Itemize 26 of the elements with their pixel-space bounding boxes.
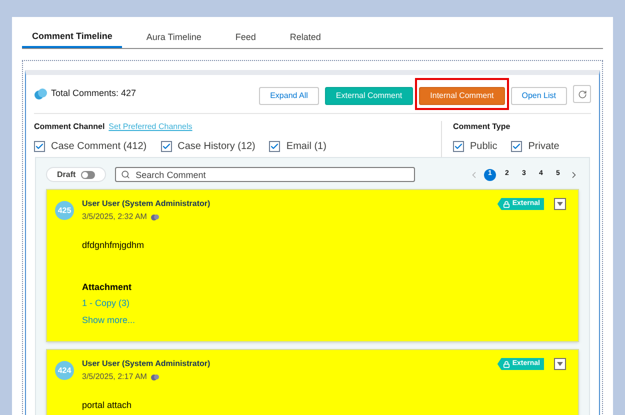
action-button[interactable]: Open List xyxy=(510,87,567,105)
checkbox-label: Email (1) xyxy=(286,140,326,154)
draft-toggle[interactable]: Draft xyxy=(46,167,106,182)
comment-timestamp: 3/5/2025, 2:17 AM xyxy=(82,371,147,383)
checkbox-label: Case History (12) xyxy=(178,140,256,154)
filter-heading: Comment Channel xyxy=(34,121,105,133)
tab[interactable]: Comment Timeline xyxy=(22,27,122,48)
comment-number-badge: 424 xyxy=(55,361,74,380)
comment-body: dfdgnhfmjgdhm xyxy=(82,239,146,252)
comment-number-badge: 425 xyxy=(55,201,74,220)
comment-timestamp: 3/5/2025, 2:32 AM xyxy=(82,211,147,223)
tab[interactable]: Feed xyxy=(225,27,266,48)
comment-author: User User (System Administrator) xyxy=(82,358,210,370)
comment-body: portal attach xyxy=(82,399,133,412)
toggle-label: Draft xyxy=(57,168,76,180)
comment-author: User User (System Administrator) xyxy=(82,198,210,210)
search-field[interactable]: Search Comment xyxy=(114,167,415,182)
filter-heading: Comment Type xyxy=(453,121,512,133)
tab[interactable]: Related xyxy=(280,27,331,48)
tab[interactable]: Aura Timeline xyxy=(136,27,212,48)
checkbox-label: Public xyxy=(470,140,498,154)
total-comments: Total Comments: 427 xyxy=(51,87,136,100)
checkbox-label: Private xyxy=(528,140,560,154)
checkbox-label: Case Comment (412) xyxy=(51,140,147,154)
action-button[interactable]: Expand All xyxy=(259,87,319,105)
attachment-heading: Attachment xyxy=(82,280,133,294)
